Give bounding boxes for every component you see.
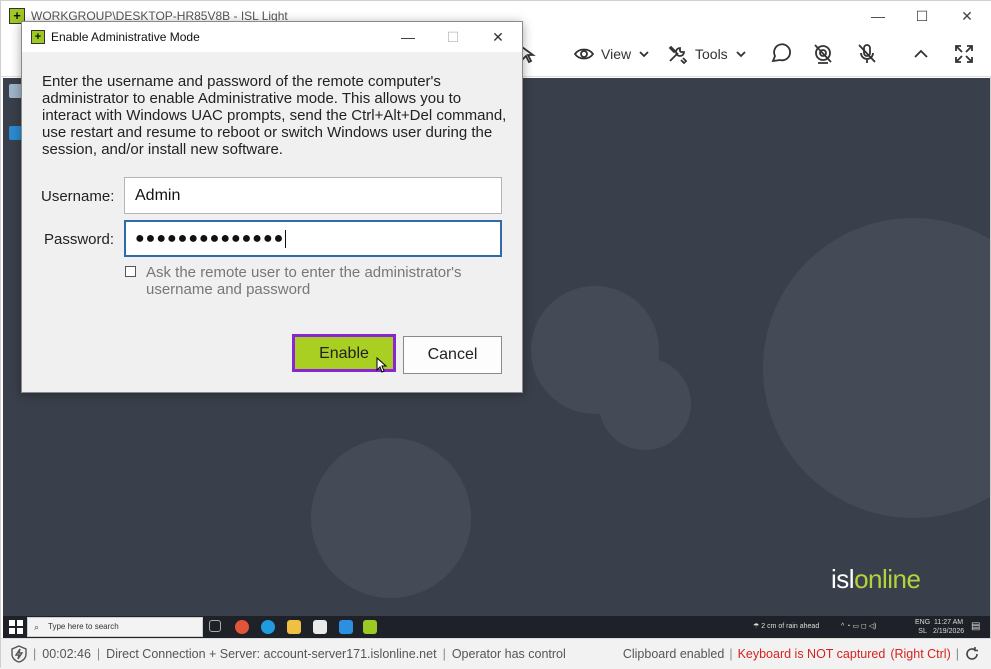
- weather-widget[interactable]: ☂ 2 cm of rain ahead: [753, 616, 819, 638]
- task-view-icon[interactable]: [209, 620, 221, 632]
- mail-icon[interactable]: [339, 620, 353, 634]
- dialog-close-button[interactable]: ✕: [478, 26, 518, 48]
- cancel-button[interactable]: Cancel: [403, 336, 502, 374]
- chat-bubble-icon: [771, 43, 791, 63]
- shield-lightning-icon: [11, 645, 27, 663]
- dialog-description: Enter the username and password of the r…: [42, 73, 507, 158]
- file-explorer-icon[interactable]: [287, 620, 301, 634]
- wrench-icon: [668, 45, 688, 64]
- close-button[interactable]: ✕: [944, 5, 990, 27]
- dialog-title-bar: + Enable Administrative Mode — ☐ ✕: [22, 22, 522, 52]
- notification-icon[interactable]: ▤: [971, 616, 980, 638]
- minimize-button[interactable]: —: [855, 5, 901, 27]
- refresh-icon[interactable]: [964, 646, 980, 662]
- tools-menu-button[interactable]: Tools: [667, 31, 746, 77]
- ask-remote-user-checkbox[interactable]: [125, 266, 136, 277]
- remote-taskbar: ⌕ Type here to search ☂ 2 cm of rain ahe…: [3, 616, 990, 638]
- username-field[interactable]: Admin: [124, 177, 502, 214]
- taskbar-search-box[interactable]: ⌕ Type here to search: [27, 617, 203, 637]
- dialog-title: Enable Administrative Mode: [51, 30, 200, 44]
- edge-taskbar-icon[interactable]: [261, 620, 275, 634]
- language-indicator[interactable]: ENG SL: [915, 618, 930, 636]
- fullscreen-button[interactable]: [953, 31, 975, 77]
- chat-button[interactable]: [769, 31, 793, 77]
- wallpaper-shape: [763, 218, 990, 518]
- mouse-cursor-icon: [376, 357, 388, 373]
- maximize-button[interactable]: ☐: [899, 5, 945, 27]
- isl-taskbar-icon[interactable]: [363, 620, 377, 634]
- photos-app-icon[interactable]: [235, 620, 249, 634]
- control-status: Operator has control: [451, 647, 566, 661]
- dialog-minimize-button[interactable]: —: [388, 26, 428, 48]
- status-bar: | 00:02:46 | Direct Connection + Server:…: [1, 638, 991, 669]
- isl-light-plus-icon: +: [31, 30, 45, 44]
- view-label: View: [601, 46, 632, 62]
- clipboard-status[interactable]: Clipboard enabled: [623, 647, 724, 661]
- username-label: Username:: [41, 188, 115, 205]
- collapse-toolbar-button[interactable]: [911, 31, 931, 77]
- expand-icon: [955, 45, 973, 63]
- islonline-logo: islonline: [831, 564, 921, 594]
- eye-icon: [573, 48, 595, 60]
- tray-icons[interactable]: ^ ◔ ▭ ◻ ◁): [841, 616, 876, 638]
- store-icon[interactable]: [313, 620, 327, 634]
- taskbar-clock[interactable]: 11:27 AM 2/19/2026: [933, 618, 964, 636]
- ask-remote-user-label[interactable]: Ask the remote user to enter the adminis…: [146, 264, 506, 298]
- dialog-maximize-button: ☐: [446, 29, 460, 45]
- microphone-button[interactable]: [855, 31, 879, 77]
- tools-label: Tools: [695, 46, 728, 62]
- connection-info: Direct Connection + Server: account-serv…: [106, 647, 437, 661]
- password-field[interactable]: ●●●●●●●●●●●●●●: [124, 220, 502, 257]
- wallpaper-shape: [599, 358, 691, 450]
- chevron-up-icon: [914, 49, 928, 58]
- windows-start-icon[interactable]: [9, 620, 23, 634]
- wallpaper-shape: [311, 438, 471, 598]
- view-menu-button[interactable]: View: [573, 31, 649, 77]
- microphone-off-icon: [858, 44, 876, 63]
- keyboard-capture-status[interactable]: Keyboard is NOT captured: [738, 647, 886, 661]
- session-timer: 00:02:46: [42, 647, 91, 661]
- search-icon: ⌕: [34, 622, 40, 632]
- isl-light-window: + WORKGROUP\DESKTOP-HR85V8B - ISL Light …: [0, 0, 991, 669]
- webcam-button[interactable]: [811, 31, 835, 77]
- admin-mode-dialog: + Enable Administrative Mode — ☐ ✕ Enter…: [21, 21, 523, 393]
- chevron-down-icon: [736, 51, 746, 58]
- chevron-down-icon: [639, 51, 649, 58]
- webcam-off-icon: [814, 44, 832, 64]
- keyboard-capture-hint: (Right Ctrl): [890, 647, 951, 661]
- password-label: Password:: [44, 231, 115, 248]
